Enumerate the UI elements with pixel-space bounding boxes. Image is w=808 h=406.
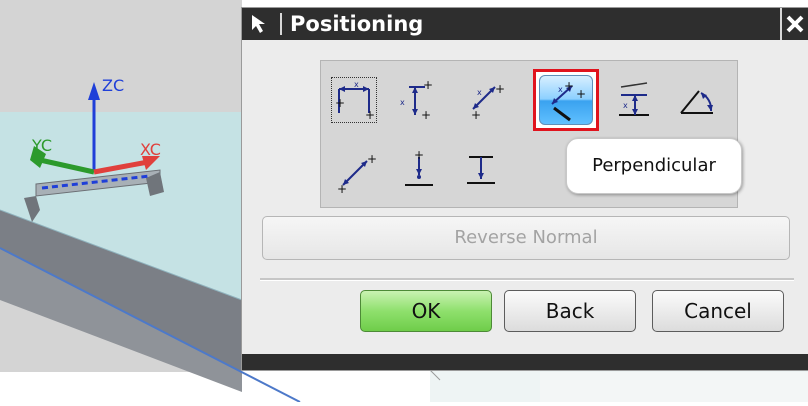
point-onto-line-icon: + <box>405 148 433 186</box>
svg-text:+: + <box>564 79 574 93</box>
perpendicular-dimension-icon: x + + <box>551 79 586 122</box>
line-onto-line-icon <box>467 156 495 184</box>
svg-text:+: + <box>414 148 424 162</box>
ok-button[interactable]: OK <box>360 290 492 332</box>
dialog-titlebar[interactable]: Positioning <box>242 8 808 40</box>
dialog-bottom-bar <box>242 354 808 370</box>
line-onto-line-button[interactable] <box>455 145 507 197</box>
back-button[interactable]: Back <box>504 290 636 332</box>
svg-text:+: + <box>337 182 347 196</box>
svg-text:+: + <box>421 108 431 122</box>
select-arrow-icon[interactable] <box>246 12 272 36</box>
perpendicular-tooltip: Perpendicular <box>566 138 742 194</box>
svg-text:x: x <box>354 80 359 89</box>
horizontal-button[interactable]: x + + <box>329 75 381 127</box>
parallel-at-distance-button[interactable]: x <box>609 75 661 127</box>
perpendicular-button[interactable]: x + + <box>539 75 593 125</box>
svg-text:x: x <box>477 88 482 97</box>
svg-text:+: + <box>335 96 345 110</box>
point-onto-point-button[interactable]: + + <box>331 145 383 197</box>
close-icon[interactable] <box>782 8 808 40</box>
vertical-button[interactable]: x + + <box>391 75 443 127</box>
svg-text:+: + <box>423 78 433 92</box>
parallel-at-distance-icon: x <box>619 82 649 116</box>
xc-axis-label: XC <box>140 140 161 159</box>
parallel-dimension-icon: x + + <box>471 82 505 122</box>
svg-text:+: + <box>495 82 505 96</box>
zc-axis-label: ZC <box>102 76 125 95</box>
svg-text:+: + <box>576 87 586 101</box>
positioning-dialog: Positioning x + + x + + x + + x + + x + … <box>242 8 808 370</box>
vertical-dimension-icon: x + + <box>400 78 433 122</box>
svg-text:+: + <box>365 108 375 122</box>
svg-text:+: + <box>471 108 481 122</box>
svg-text:x: x <box>558 85 563 94</box>
close-button[interactable] <box>780 8 808 40</box>
title-separator <box>280 13 282 35</box>
svg-text:+: + <box>367 152 377 166</box>
yc-axis-label: YC <box>32 136 53 155</box>
parallel-button[interactable]: x + + <box>459 75 511 127</box>
point-onto-point-icon: + + <box>337 152 377 196</box>
button-divider <box>260 278 794 281</box>
angular-dimension-icon <box>680 90 713 114</box>
perpendicular-button-selected[interactable]: x + + <box>533 69 599 131</box>
svg-text:x: x <box>623 101 628 110</box>
svg-text:x: x <box>400 98 405 107</box>
reverse-normal-button[interactable]: Reverse Normal <box>262 216 790 260</box>
point-onto-line-button[interactable]: + <box>393 145 445 197</box>
angular-button[interactable] <box>671 75 723 127</box>
cancel-button[interactable]: Cancel <box>652 290 784 332</box>
dialog-title: Positioning <box>290 12 424 36</box>
horizontal-dimension-icon: x + + <box>335 80 375 122</box>
